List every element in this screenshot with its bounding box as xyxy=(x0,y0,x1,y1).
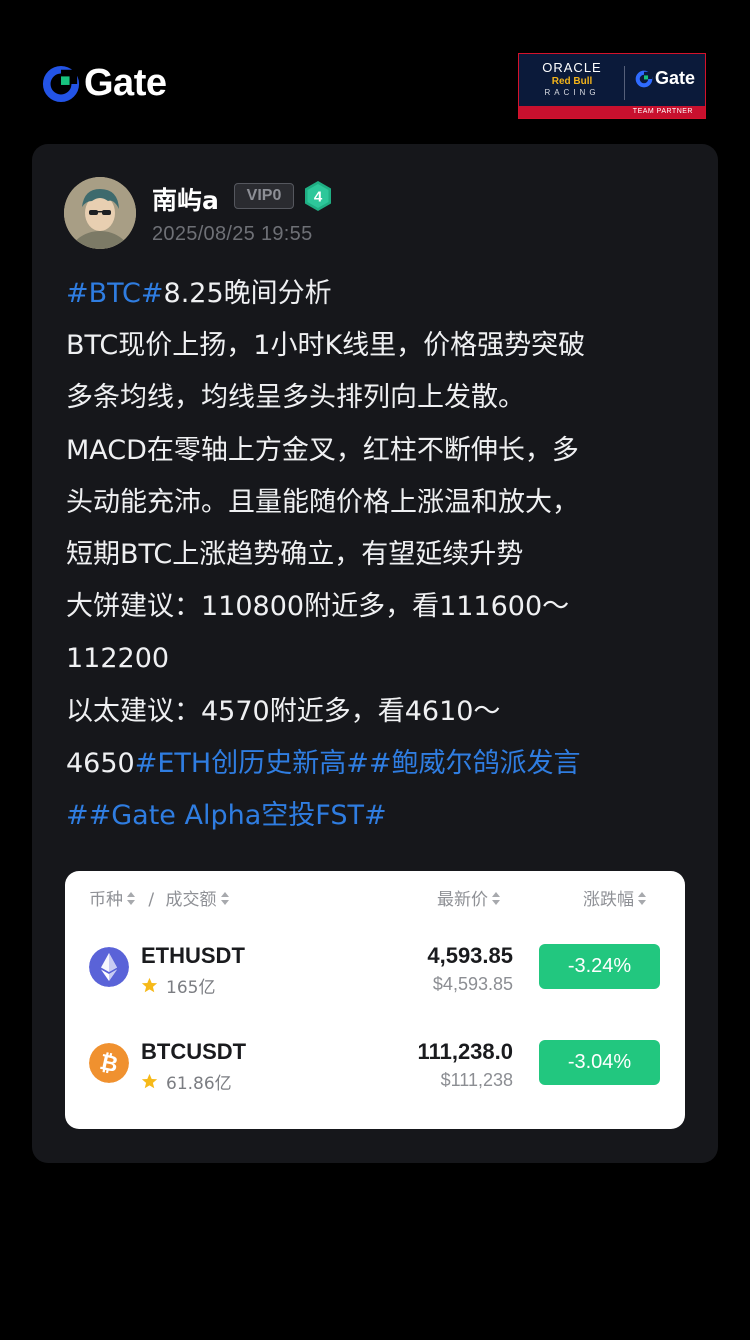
post-line: #BTC#8.25晚间分析 xyxy=(66,268,696,320)
post-text: 多条均线，均线呈多头排列向上发散。 xyxy=(66,382,525,414)
post-text: BTC现价上扬，1小时K线里，价格强势突破 xyxy=(66,330,586,362)
bitcoin-icon: ₿ xyxy=(89,1043,129,1083)
hashtag-link[interactable]: # xyxy=(66,800,89,831)
redbull-text: Red Bull xyxy=(551,76,593,87)
racing-text: RACING xyxy=(544,88,600,97)
last-price-header-label: 最新价 xyxy=(437,890,488,910)
coin-header: 币种 xyxy=(89,890,123,910)
volume-value: 61.86亿 xyxy=(166,1074,232,1094)
post-line: ##Gate Alpha空投FST# xyxy=(66,790,696,842)
post-line: 4650#ETH创历史新高##鲍威尔鸽派发言 xyxy=(66,738,696,790)
sort-icon xyxy=(638,892,646,906)
post-timestamp: 2025/08/25 19:55 xyxy=(152,223,313,245)
sort-icon xyxy=(127,892,135,906)
post-line: 112200 xyxy=(66,633,696,685)
post-text: 短期BTC上涨趋势确立，有望延续升势 xyxy=(66,539,524,571)
oracle-text: ORACLE xyxy=(542,60,602,75)
change-header[interactable]: 涨跌幅 xyxy=(583,885,646,910)
hashtag-link[interactable]: #鲍威尔鸽派发言 xyxy=(369,748,581,779)
pair-name: BTCUSDT xyxy=(141,1039,247,1064)
level-number: 4 xyxy=(314,189,323,206)
last-price-header[interactable]: 最新价 xyxy=(437,885,500,910)
avatar[interactable] xyxy=(64,177,136,249)
post-text: 以太建议：4570附近多，看4610～ xyxy=(66,695,501,727)
post-text: 8.25晚间分析 xyxy=(163,278,332,309)
volume-header: 成交额 xyxy=(165,890,217,910)
market-row-btc[interactable]: ₿ BTCUSDT 61.86亿 111,238.0 $111,238 -3.0… xyxy=(65,1023,685,1103)
post-line: 以太建议：4570附近多，看4610～ xyxy=(66,686,696,738)
pair-name: ETHUSDT xyxy=(141,943,245,968)
header-slash: / xyxy=(148,890,155,910)
avatar-image xyxy=(64,177,136,249)
change-badge[interactable]: -3.04% xyxy=(539,1040,660,1085)
hashtag-link[interactable]: #Gate Alpha空投FST# xyxy=(89,800,387,831)
post-text: MACD在零轴上方金叉，红柱不断伸长，多 xyxy=(66,434,579,466)
fiat-price: $4,593.85 xyxy=(432,974,513,994)
hashtag-link[interactable]: #ETH创历史新高# xyxy=(135,748,369,779)
post-line: 大饼建议：110800附近多，看111600～ xyxy=(66,581,696,633)
ethereum-icon xyxy=(89,947,129,987)
oracle-red-bull-racing-logo: ORACLE Red Bull RACING xyxy=(529,60,615,97)
username[interactable]: 南屿a xyxy=(152,181,219,217)
gate-logo-icon xyxy=(42,65,80,102)
post-line: 头动能充沛。且量能随价格上涨温和放大， xyxy=(66,477,696,529)
level-badge: 4 xyxy=(303,180,333,212)
partner-gate-text: Gate xyxy=(654,68,696,88)
last-price: 111,238.0 xyxy=(417,1039,513,1064)
red-bull-partner-banner: ORACLE Red Bull RACING Gate TEAM PARTNER xyxy=(518,53,706,119)
coin-volume-header[interactable]: 币种 / 成交额 xyxy=(89,885,229,910)
hashtag-link[interactable]: #BTC# xyxy=(66,278,164,309)
gate-logo-icon xyxy=(635,70,653,87)
post-content: #BTC#8.25晚间分析 BTC现价上扬，1小时K线里，价格强势突破 多条均线，均… xyxy=(66,268,696,842)
fiat-price: $111,238 xyxy=(440,1070,513,1090)
sort-icon xyxy=(220,892,229,906)
post-text: 大饼建议：110800附近多，看111600～ xyxy=(66,591,570,623)
vip-badge: VIP0 xyxy=(234,183,294,209)
last-price: 4,593.85 xyxy=(427,943,513,968)
gate-logo: Gate xyxy=(42,62,167,105)
team-partner-label: TEAM PARTNER xyxy=(519,106,705,118)
post-text: 头动能充沛。且量能随价格上涨温和放大， xyxy=(66,486,579,518)
market-widget[interactable]: 币种 / 成交额 最新价 涨跌幅 ETHUSDT 165亿 4,593.85 $… xyxy=(65,871,685,1129)
post-line: 多条均线，均线呈多头排列向上发散。 xyxy=(66,372,696,424)
gate-logo-text: Gate xyxy=(84,62,167,104)
volume: 61.86亿 xyxy=(141,1069,232,1094)
post-line: BTC现价上扬，1小时K线里，价格强势突破 xyxy=(66,320,696,372)
volume: 165亿 xyxy=(141,973,215,998)
post-text: 4650 xyxy=(66,747,135,779)
level-hexagon-icon: 4 xyxy=(305,181,331,211)
star-icon[interactable] xyxy=(141,977,158,994)
star-icon[interactable] xyxy=(141,1073,158,1090)
post-line: MACD在零轴上方金叉，红柱不断伸长，多 xyxy=(66,425,696,477)
post-card: 南屿a VIP0 4 2025/08/25 19:55 #BTC#8.25晚间分… xyxy=(32,144,718,1163)
change-badge[interactable]: -3.24% xyxy=(539,944,660,989)
post-line: 短期BTC上涨趋势确立，有望延续升势 xyxy=(66,529,696,581)
volume-value: 165亿 xyxy=(166,978,216,998)
market-row-eth[interactable]: ETHUSDT 165亿 4,593.85 $4,593.85 -3.24% xyxy=(65,927,685,1007)
post-text: 112200 xyxy=(66,643,170,675)
sort-icon xyxy=(492,892,500,906)
partner-gate-logo: Gate xyxy=(625,68,705,89)
change-header-label: 涨跌幅 xyxy=(583,890,634,910)
